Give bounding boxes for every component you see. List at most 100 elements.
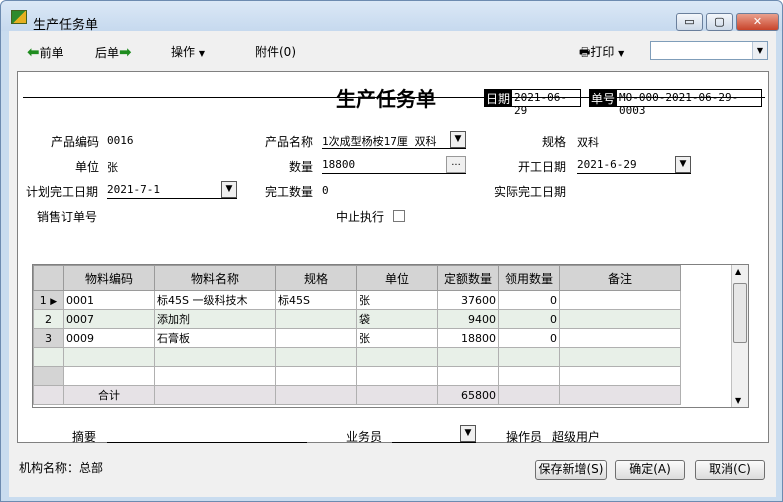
- product-name-value: 1次成型杨桉17厘 双科: [322, 135, 437, 148]
- save-new-button[interactable]: 保存新增(S): [535, 460, 607, 480]
- plan-end-date-label: 计划完工日期: [26, 185, 99, 199]
- column-header[interactable]: 定额数量: [437, 265, 499, 291]
- next-label: 后单: [95, 46, 120, 60]
- unit-value: 张: [107, 161, 118, 174]
- start-date-label: 开工日期: [518, 160, 567, 174]
- material-name-cell[interactable]: 石膏板: [154, 328, 276, 348]
- row-number: 1 ▶: [33, 290, 64, 310]
- form-sheet: 生产任务单 日期 2021-06-29 单号 MO-000-2021-06-29…: [17, 71, 769, 444]
- note-cell[interactable]: [559, 328, 681, 348]
- operations-menu[interactable]: 操作 ▼: [171, 43, 205, 60]
- salesman-label: 业务员: [346, 430, 383, 444]
- prev-button[interactable]: ⬅前单: [27, 43, 64, 61]
- next-button[interactable]: 后单➡: [95, 43, 132, 61]
- summary-field[interactable]: [107, 425, 307, 443]
- quota-cell[interactable]: 18800: [437, 328, 499, 348]
- table-header: 物料编码 物料名称 规格 单位 定额数量 领用数量 备注: [33, 265, 681, 291]
- product-code-label: 产品编码: [51, 135, 100, 149]
- start-date-field[interactable]: 2021-6-29 ▼: [577, 156, 691, 174]
- print-label: 打印: [590, 45, 615, 59]
- chevron-down-icon[interactable]: ▼: [752, 42, 767, 59]
- product-code-value: 0016: [107, 134, 134, 147]
- unit-cell[interactable]: 袋: [356, 309, 438, 329]
- plan-end-date-field[interactable]: 2021-7-1 ▼: [107, 181, 237, 199]
- qty-field[interactable]: 18800 ...: [322, 156, 466, 174]
- quota-cell[interactable]: 37600: [437, 290, 499, 310]
- close-button[interactable]: ✕: [736, 13, 779, 31]
- table-row[interactable]: 1 ▶ 0001 标45S 一级科技木 标45S 张 37600 0: [33, 290, 681, 310]
- material-code-cell[interactable]: 0001: [63, 290, 155, 310]
- column-header[interactable]: 物料名称: [154, 265, 276, 291]
- column-header[interactable]: 物料编码: [63, 265, 155, 291]
- column-header[interactable]: 备注: [559, 265, 681, 291]
- material-code-cell[interactable]: 0007: [63, 309, 155, 329]
- summary-label: 摘要: [72, 430, 97, 444]
- cancel-button[interactable]: 取消(C): [695, 460, 765, 480]
- form-title: 生产任务单: [336, 87, 436, 111]
- ok-button[interactable]: 确定(A): [615, 460, 685, 480]
- grid-vertical-scrollbar[interactable]: ▲ ▼: [731, 265, 748, 407]
- org-name-label: 机构名称：总部: [19, 461, 104, 475]
- used-cell[interactable]: 0: [498, 309, 560, 329]
- spec-value: 双科: [577, 136, 599, 149]
- row-number: 2: [33, 309, 64, 329]
- column-header[interactable]: 规格: [275, 265, 357, 291]
- note-cell[interactable]: [559, 309, 681, 329]
- unit-cell[interactable]: 张: [356, 328, 438, 348]
- done-qty-label: 完工数量: [265, 185, 314, 199]
- column-header[interactable]: 单位: [356, 265, 438, 291]
- stop-exec-checkbox[interactable]: [393, 210, 405, 222]
- salesman-field[interactable]: ▼: [392, 425, 476, 443]
- app-window: 生产任务单 ▭ ▢ ✕ ⬅前单 后单➡ 操作 ▼ 附件(0) 🖶打印 ▼ ▼ 生…: [0, 0, 783, 502]
- total-quota: 65800: [437, 385, 499, 405]
- operations-label: 操作: [171, 45, 196, 59]
- chevron-down-icon[interactable]: ▼: [221, 181, 237, 198]
- spec-cell[interactable]: [275, 309, 357, 329]
- spec-cell[interactable]: [275, 328, 357, 348]
- material-name-cell[interactable]: 标45S 一级科技木: [154, 290, 276, 310]
- date-field[interactable]: 2021-06-29: [511, 89, 581, 117]
- minimize-button[interactable]: ▭: [676, 13, 703, 31]
- used-cell[interactable]: 0: [498, 290, 560, 310]
- table-row[interactable]: [33, 347, 681, 367]
- chevron-down-icon[interactable]: ▼: [675, 156, 691, 173]
- arrow-left-icon: ⬅: [27, 43, 40, 61]
- material-code-cell[interactable]: 0009: [63, 328, 155, 348]
- table-row[interactable]: 2 0007 添加剂 袋 9400 0: [33, 309, 681, 329]
- total-label: 合计: [63, 385, 155, 405]
- maximize-button[interactable]: ▢: [706, 13, 733, 31]
- table-row[interactable]: 3 0009 石膏板 张 18800 0: [33, 328, 681, 348]
- attachment-button[interactable]: 附件(0): [255, 43, 296, 60]
- used-cell[interactable]: 0: [498, 328, 560, 348]
- chevron-down-icon[interactable]: ▼: [460, 425, 476, 442]
- print-button[interactable]: 🖶打印 ▼: [579, 43, 624, 64]
- scroll-down-icon[interactable]: ▼: [735, 396, 741, 405]
- column-header[interactable]: 领用数量: [498, 265, 560, 291]
- row-number-header: [33, 265, 64, 291]
- qty-value: 18800: [322, 158, 356, 171]
- print-template-select[interactable]: ▼: [650, 41, 768, 60]
- qty-picker-button[interactable]: ...: [446, 156, 466, 173]
- scroll-thumb[interactable]: [733, 283, 747, 343]
- actual-end-date-label: 实际完工日期: [494, 185, 567, 199]
- operator-value: 超级用户: [552, 430, 601, 444]
- start-date-value: 2021-6-29: [577, 158, 637, 171]
- plan-end-date-value: 2021-7-1: [107, 183, 160, 196]
- prev-label: 前单: [39, 46, 64, 60]
- unit-cell[interactable]: 张: [356, 290, 438, 310]
- printer-icon: 🖶: [579, 45, 591, 59]
- product-name-field[interactable]: 1次成型杨桉17厘 双科 ▼: [322, 131, 466, 149]
- row-number: 3: [33, 328, 64, 348]
- table-row[interactable]: [33, 366, 681, 386]
- scroll-up-icon[interactable]: ▲: [735, 267, 741, 276]
- window-client: ⬅前单 后单➡ 操作 ▼ 附件(0) 🖶打印 ▼ ▼ 生产任务单 日期 2021…: [9, 31, 776, 497]
- material-name-cell[interactable]: 添加剂: [154, 309, 276, 329]
- spec-cell[interactable]: 标45S: [275, 290, 357, 310]
- note-cell[interactable]: [559, 290, 681, 310]
- quota-cell[interactable]: 9400: [437, 309, 499, 329]
- unit-label: 单位: [75, 160, 100, 174]
- order-no-field[interactable]: MO-000-2021-06-29-0003: [616, 89, 762, 117]
- sales-order-label: 销售订单号: [37, 210, 98, 224]
- total-row: 合计 65800: [33, 385, 681, 405]
- chevron-down-icon[interactable]: ▼: [450, 131, 466, 148]
